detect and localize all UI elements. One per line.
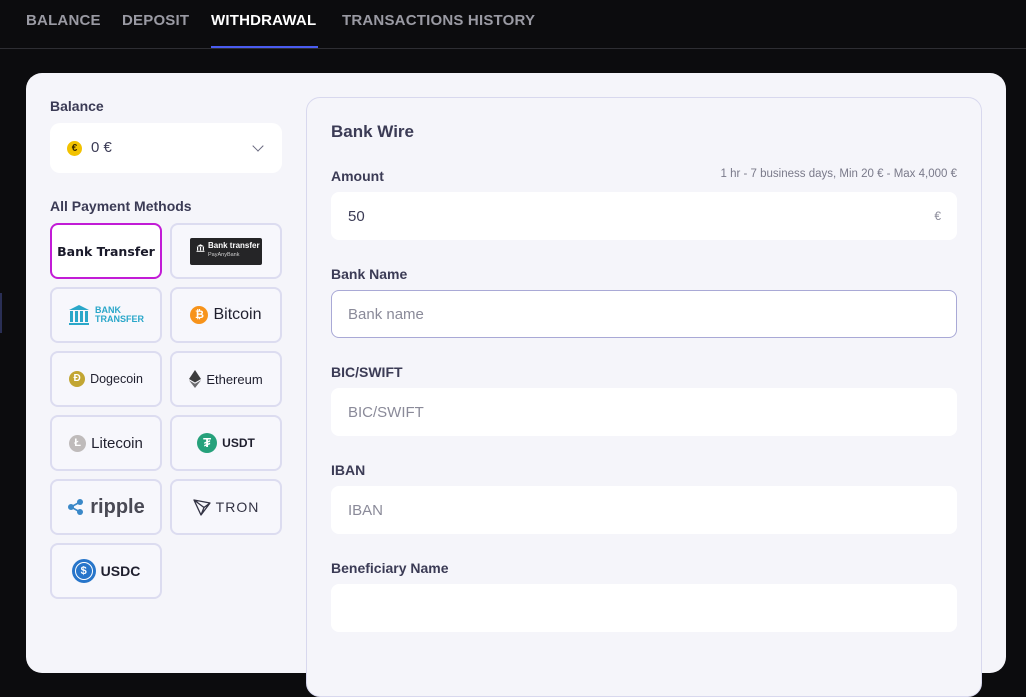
method-label: Dogecoin: [90, 372, 143, 386]
tab-deposit[interactable]: DEPOSIT: [122, 12, 189, 29]
bank-name-label: Bank Name: [331, 266, 408, 282]
tron-icon: [193, 499, 211, 516]
wallet-tabs: BALANCE DEPOSIT WITHDRAWAL TRANSACTIONS …: [0, 0, 1026, 49]
bank-name-input[interactable]: [331, 290, 957, 338]
amount-input[interactable]: [331, 192, 957, 240]
method-sublabel: TRANSFER: [95, 314, 144, 324]
tab-balance[interactable]: BALANCE: [26, 12, 101, 29]
method-label: Ethereum: [206, 371, 263, 387]
withdrawal-form: Bank Wire Amount 1 hr - 7 business days,…: [306, 97, 982, 697]
balance-value: 0 €: [91, 139, 112, 156]
amount-label: Amount: [331, 168, 384, 184]
method-label: Bank Transfer: [57, 243, 155, 259]
beneficiary-name-label: Beneficiary Name: [331, 560, 449, 576]
method-bank-transfer[interactable]: Bank Transfer: [50, 223, 162, 279]
tether-icon: ₮: [197, 433, 218, 453]
method-label: Bank transfer: [208, 240, 260, 250]
method-label: ripple: [90, 495, 145, 518]
litecoin-icon: Ł: [69, 434, 87, 452]
method-label: Bitcoin: [213, 306, 262, 323]
bank-building-icon: [69, 305, 89, 325]
method-label: TRON: [215, 499, 260, 515]
method-bank-transfer-classic[interactable]: BANK TRANSFER: [50, 287, 162, 343]
method-usdc[interactable]: $ USDC: [50, 543, 162, 599]
method-tron[interactable]: TRON: [170, 479, 282, 535]
method-bank-transfer-payanybank[interactable]: Bank transfer PayAnyBank: [170, 223, 282, 279]
method-bitcoin[interactable]: ₿ Bitcoin: [170, 287, 282, 343]
ripple-icon: [68, 499, 84, 515]
tab-withdrawal[interactable]: WITHDRAWAL: [211, 12, 316, 29]
bitcoin-icon: ₿: [190, 306, 209, 324]
method-sublabel: PayAnyBank: [208, 251, 240, 258]
beneficiary-name-input[interactable]: [331, 584, 957, 632]
method-litecoin[interactable]: Ł Litecoin: [50, 415, 162, 471]
method-dogecoin[interactable]: Ð Dogecoin: [50, 351, 162, 407]
balance-label: Balance: [50, 98, 104, 114]
bank-icon: [196, 243, 205, 252]
ethereum-icon: [189, 370, 202, 388]
bic-swift-input[interactable]: [331, 388, 957, 436]
balance-select[interactable]: € 0 €: [50, 123, 282, 173]
payment-methods-label: All Payment Methods: [50, 198, 192, 214]
withdrawal-card: Balance € 0 € All Payment Methods Bank T…: [26, 73, 1006, 697]
payanybank-logo: Bank transfer PayAnyBank: [190, 237, 262, 265]
method-label: USDT: [222, 436, 255, 450]
iban-input[interactable]: [331, 486, 957, 534]
method-ripple[interactable]: ripple: [50, 479, 162, 535]
active-tab-indicator: [211, 46, 318, 48]
amount-currency: €: [934, 209, 941, 223]
bic-swift-label: BIC/SWIFT: [331, 364, 403, 380]
usdc-icon: $: [71, 559, 96, 583]
iban-label: IBAN: [331, 462, 366, 478]
amount-hint: 1 hr - 7 business days, Min 20 € - Max 4…: [720, 168, 957, 180]
euro-coin-icon: €: [67, 141, 82, 156]
method-label: USDC: [100, 563, 141, 579]
method-ethereum[interactable]: Ethereum: [170, 351, 282, 407]
dogecoin-icon: Ð: [69, 371, 86, 387]
edge-indicator: [0, 293, 2, 333]
tab-transactions-history[interactable]: TRANSACTIONS HISTORY: [342, 12, 535, 29]
form-title: Bank Wire: [331, 122, 414, 141]
chevron-down-icon: [252, 140, 264, 152]
method-label: Litecoin: [91, 434, 143, 452]
method-usdt[interactable]: ₮ USDT: [170, 415, 282, 471]
